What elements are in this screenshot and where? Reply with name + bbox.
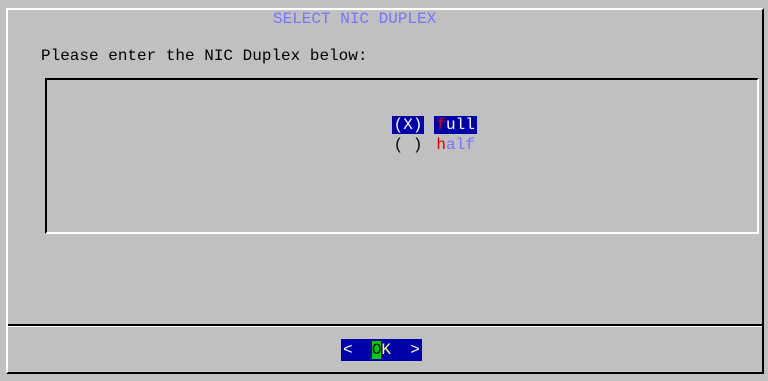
duplex-options-list[interactable]: (X) full ( ) half — [45, 78, 759, 234]
ok-left-bracket: < — [343, 341, 353, 359]
option-full[interactable]: (X) full — [334, 95, 477, 134]
ok-label-rest: K — [381, 341, 392, 359]
dialog-prompt: Please enter the NIC Duplex below: — [41, 47, 368, 65]
label-rest-half: alf — [446, 136, 475, 154]
ok-hotkey: O — [371, 341, 382, 359]
option-half[interactable]: ( ) half — [334, 115, 477, 154]
hotkey-h: h — [436, 136, 447, 154]
option-label-half[interactable]: half — [434, 136, 476, 154]
select-nic-duplex-dialog: SELECT NIC DUPLEX Please enter the NIC D… — [6, 8, 764, 374]
radio-unselected-half[interactable]: ( ) — [392, 136, 425, 154]
ok-button[interactable]: < OK > — [341, 339, 422, 361]
dialog-title: SELECT NIC DUPLEX — [270, 10, 440, 28]
button-separator — [8, 324, 762, 327]
ok-right-bracket: > — [410, 341, 420, 359]
